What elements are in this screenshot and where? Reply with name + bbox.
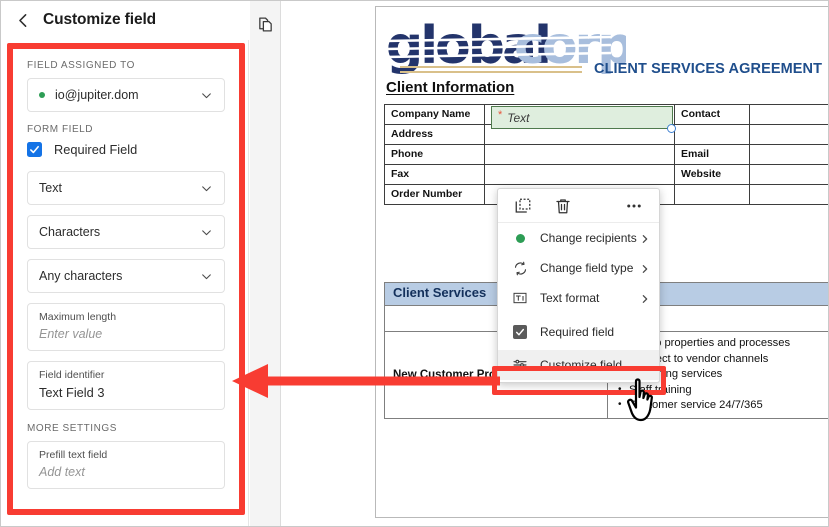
label-company-name: Company Name — [384, 104, 485, 125]
field-type-select[interactable]: Text — [27, 171, 225, 205]
menu-item-required-field[interactable]: Required field — [498, 317, 659, 347]
more-settings-label: MORE SETTINGS — [27, 423, 117, 434]
prefill-text-label: Prefill text field — [39, 449, 108, 461]
list-item: Customer service 24/7/365 — [616, 397, 822, 414]
chevron-right-icon — [640, 263, 650, 273]
field-identifier-label: Field identifier — [39, 369, 105, 381]
customize-field-sidebar: Customize field FIELD ASSIGNED TO io@jup… — [0, 0, 249, 527]
app-window: Customize field FIELD ASSIGNED TO io@jup… — [0, 0, 829, 527]
required-field-label: Required Field — [54, 142, 138, 157]
menu-item-label: Change field type — [540, 261, 634, 275]
selected-text-form-field[interactable]: * Text — [491, 106, 673, 129]
maximum-length-label: Maximum length — [39, 311, 117, 323]
label-email: Email — [674, 144, 750, 165]
menu-item-label: Change recipients — [540, 231, 637, 245]
refresh-icon — [512, 260, 528, 276]
prefill-text-field[interactable]: Prefill text field Add text — [27, 441, 225, 489]
field-type-value: Text — [39, 181, 62, 195]
label-contact: Contact — [674, 104, 750, 125]
chevron-right-icon — [640, 293, 650, 303]
cell-order-right-1[interactable] — [674, 184, 750, 205]
field-identifier-input[interactable]: Text Field 3 — [39, 385, 213, 400]
count-unit-value: Characters — [39, 225, 101, 239]
checkbox-checked-icon — [27, 142, 42, 157]
menu-item-label: Customize field — [540, 358, 623, 372]
required-asterisk-icon: * — [498, 109, 503, 121]
menu-item-label: Text format — [540, 291, 600, 305]
left-mini-toolbar — [250, 0, 281, 527]
assigned-recipient-value: io@jupiter.dom — [55, 88, 139, 102]
count-unit-select[interactable]: Characters — [27, 215, 225, 249]
globalcorp-logo: global corp — [385, 16, 635, 79]
text-format-icon — [512, 290, 528, 306]
list-item: Staff training — [616, 382, 822, 399]
menu-item-label: Required field — [540, 325, 615, 339]
chevron-down-icon — [200, 226, 213, 239]
label-address: Address — [384, 124, 485, 145]
prefill-text-input[interactable]: Add text — [39, 465, 213, 479]
panel-header: Customize field — [0, 0, 249, 40]
cell-address-right-1[interactable] — [674, 124, 750, 145]
form-field-label: FORM FIELD — [27, 124, 94, 135]
table-row: Fax Website — [384, 164, 829, 185]
form-field-placeholder: Text — [507, 110, 530, 125]
field-assigned-to-label: FIELD ASSIGNED TO — [27, 60, 135, 71]
duplicate-icon[interactable] — [514, 197, 532, 215]
assigned-recipient-select[interactable]: io@jupiter.dom — [27, 78, 225, 112]
more-options-icon[interactable] — [625, 197, 643, 215]
chevron-down-icon — [200, 270, 213, 283]
agreement-title: CLIENT SERVICES AGREEMENT — [594, 61, 823, 77]
table-row: Phone Email — [384, 144, 829, 165]
maximum-length-input[interactable]: Enter value — [39, 327, 213, 341]
cell-email-value[interactable] — [749, 144, 829, 165]
chevron-right-icon — [640, 233, 650, 243]
field-identifier-field[interactable]: Field identifier Text Field 3 — [27, 361, 225, 410]
menu-item-text-format[interactable]: Text format — [498, 283, 659, 313]
cell-address-right-2[interactable] — [749, 124, 829, 145]
cell-order-right-2[interactable] — [749, 184, 829, 205]
cell-contact-value[interactable] — [749, 104, 829, 125]
field-resize-handle[interactable] — [667, 124, 676, 133]
cell-website-value[interactable] — [749, 164, 829, 185]
character-rule-value: Any characters — [39, 269, 123, 283]
menu-item-change-field-type[interactable]: Change field type — [498, 253, 659, 283]
pages-icon[interactable] — [257, 16, 274, 33]
delete-icon[interactable] — [554, 197, 572, 215]
cell-fax-value[interactable] — [484, 164, 675, 185]
maximum-length-field[interactable]: Maximum length Enter value — [27, 303, 225, 351]
recipient-dot-icon — [512, 230, 528, 246]
cell-phone-value[interactable] — [484, 144, 675, 165]
label-phone: Phone — [384, 144, 485, 165]
character-rule-select[interactable]: Any characters — [27, 259, 225, 293]
checkbox-checked-icon — [512, 324, 528, 340]
chevron-left-icon[interactable] — [14, 11, 32, 29]
chevron-down-icon — [200, 89, 213, 102]
menu-item-customize-field[interactable]: Customize field — [498, 350, 659, 380]
label-website: Website — [674, 164, 750, 185]
recipient-color-dot-icon — [39, 92, 45, 98]
menu-item-change-recipients[interactable]: Change recipients — [498, 223, 659, 253]
label-order-number: Order Number — [384, 184, 485, 205]
context-menu-toolbar — [498, 189, 659, 223]
panel-body: FIELD ASSIGNED TO io@jupiter.dom FORM FI… — [13, 49, 239, 509]
sliders-icon — [512, 357, 528, 373]
client-information-heading: Client Information — [386, 79, 515, 96]
page-title: Customize field — [43, 11, 157, 28]
label-fax: Fax — [384, 164, 485, 185]
chevron-down-icon — [200, 182, 213, 195]
required-field-checkbox[interactable]: Required Field — [27, 142, 225, 157]
field-context-menu: Change recipients Change field type Text… — [497, 188, 660, 383]
